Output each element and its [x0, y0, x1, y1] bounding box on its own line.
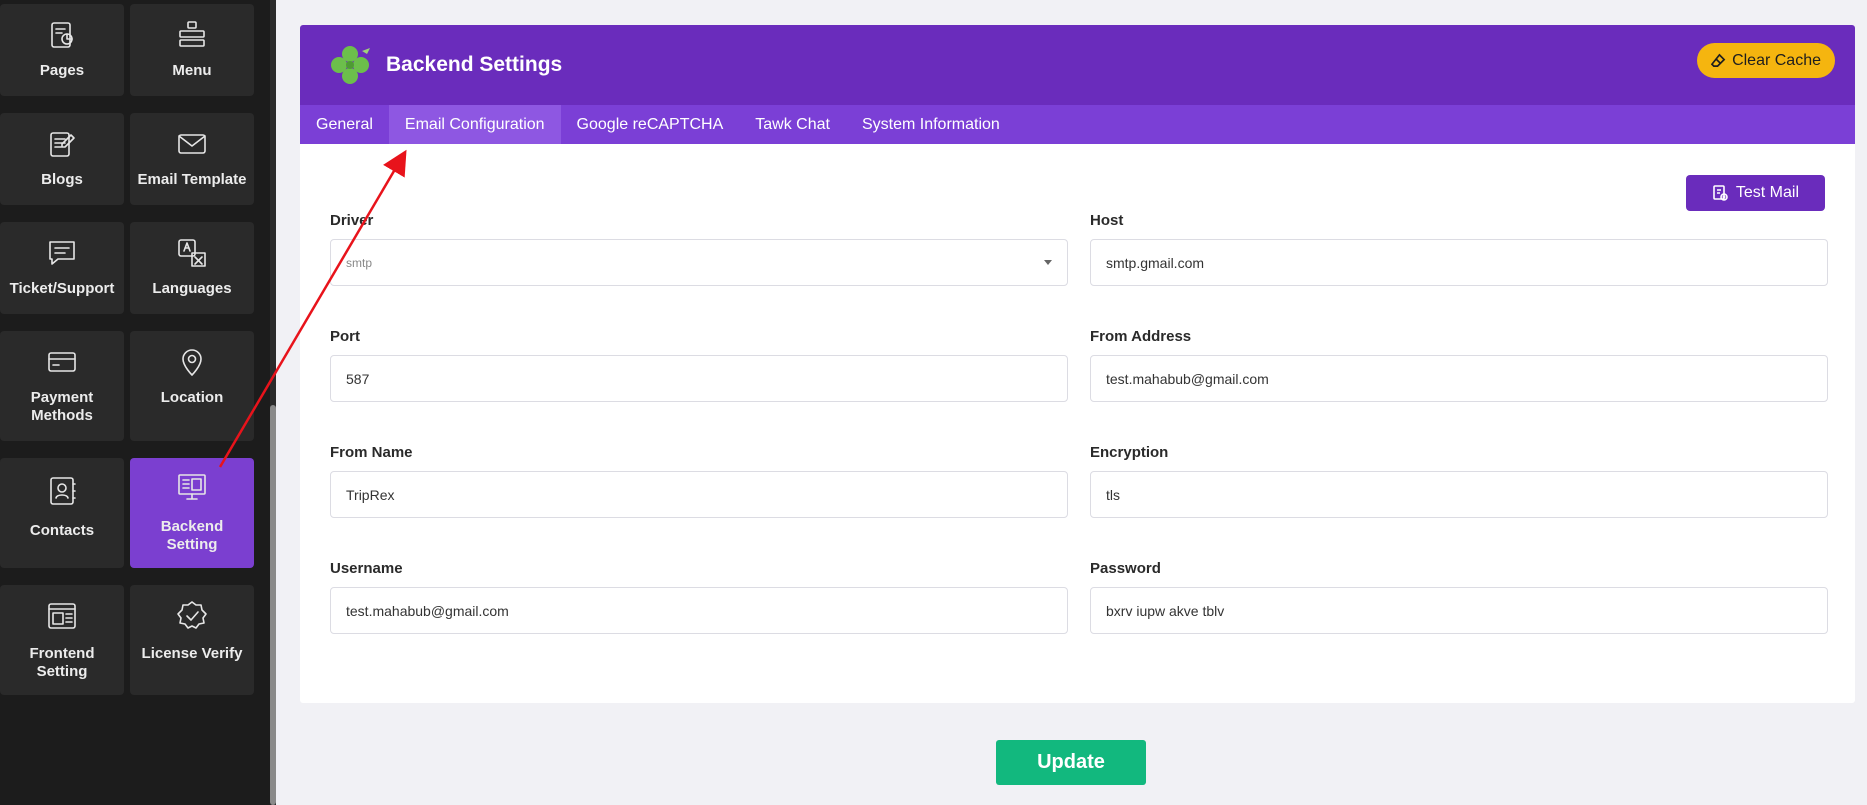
- sidebar-item-label: License Verify: [141, 645, 243, 662]
- from-address-input[interactable]: [1106, 370, 1812, 387]
- update-button[interactable]: Update: [996, 740, 1146, 785]
- pages-chart-icon: [45, 18, 79, 52]
- clover-logo-icon: [331, 46, 370, 84]
- driver-selected-value: smtp: [346, 255, 373, 270]
- contact-book-icon: [45, 474, 79, 508]
- clear-cache-label: Clear Cache: [1732, 51, 1821, 69]
- translate-icon: [175, 236, 209, 270]
- sidebar-item-label: Contacts: [29, 522, 95, 539]
- sidebar-item-contacts[interactable]: Contacts: [0, 458, 124, 568]
- encryption-field: Encryption: [1090, 444, 1828, 518]
- menu-icon: [175, 18, 209, 52]
- sidebar-item-frontend-setting[interactable]: Frontend Setting: [0, 585, 124, 695]
- sidebar-item-label: Ticket/Support: [9, 280, 115, 297]
- mail-test-icon: [1713, 185, 1728, 201]
- sidebar-item-languages[interactable]: Languages: [130, 222, 254, 314]
- eraser-icon: [1711, 53, 1726, 67]
- settings-tabs: General Email Configuration Google reCAP…: [300, 105, 1855, 144]
- map-pin-icon: [175, 345, 209, 379]
- test-mail-label: Test Mail: [1735, 184, 1799, 201]
- tab-general[interactable]: General: [300, 105, 389, 144]
- blog-document-icon: [45, 127, 79, 161]
- tab-google-recaptcha[interactable]: Google reCAPTCHA: [561, 105, 740, 144]
- from-address-label: From Address: [1090, 328, 1192, 345]
- sidebar-item-label: Blogs: [41, 171, 83, 188]
- username-input[interactable]: [346, 602, 1052, 619]
- encryption-input[interactable]: [1106, 486, 1812, 503]
- monitor-settings-icon: [175, 470, 209, 504]
- sidebar-item-label: Payment Methods: [30, 389, 94, 424]
- password-field: Password: [1090, 560, 1828, 634]
- card-header: Backend Settings Clear Cache: [300, 25, 1855, 105]
- encryption-label: Encryption: [1090, 444, 1169, 461]
- from-name-field: From Name: [330, 444, 1068, 518]
- host-input[interactable]: [1106, 254, 1812, 271]
- username-label: Username: [330, 560, 403, 577]
- username-field: Username: [330, 560, 1068, 634]
- test-mail-button[interactable]: Test Mail: [1685, 175, 1825, 211]
- credit-card-icon: [45, 345, 79, 379]
- sidebar-item-label: Menu: [172, 62, 212, 79]
- tab-system-information[interactable]: System Information: [846, 105, 1016, 144]
- sidebar-item-label: Location: [160, 389, 224, 406]
- port-input[interactable]: [346, 370, 1052, 387]
- sidebar-item-location[interactable]: Location: [130, 331, 254, 441]
- host-label: Host: [1090, 212, 1124, 229]
- sidebar-item-blogs[interactable]: Blogs: [0, 113, 124, 205]
- verified-badge-icon: [175, 599, 209, 633]
- from-name-label: From Name: [330, 444, 413, 461]
- page-title: Backend Settings: [386, 53, 563, 76]
- sidebar-item-backend-setting[interactable]: Backend Setting: [130, 458, 254, 568]
- clear-cache-button[interactable]: Clear Cache: [1697, 43, 1835, 78]
- from-name-input[interactable]: [346, 486, 1052, 503]
- sidebar: Pages Menu Blogs Email Template Ticket/S…: [0, 0, 270, 805]
- driver-label: Driver: [330, 212, 374, 229]
- chat-bubble-icon: [45, 236, 79, 270]
- driver-select[interactable]: smtp: [330, 239, 1068, 286]
- port-field: Port: [330, 328, 1068, 402]
- sidebar-item-pages[interactable]: Pages: [0, 4, 124, 96]
- sidebar-item-label: Pages: [39, 62, 85, 79]
- sidebar-item-label: Backend Setting: [160, 518, 224, 553]
- sidebar-item-email-template[interactable]: Email Template: [130, 113, 254, 205]
- password-label: Password: [1090, 560, 1161, 577]
- sidebar-item-license-verify[interactable]: License Verify: [130, 585, 254, 695]
- frontend-layout-icon: [45, 599, 79, 633]
- sidebar-scrollbar-thumb[interactable]: [270, 405, 276, 805]
- port-label: Port: [330, 328, 360, 345]
- sidebar-item-menu[interactable]: Menu: [130, 4, 254, 96]
- driver-field: Driver smtp: [330, 212, 1068, 286]
- sidebar-item-payment-methods[interactable]: Payment Methods: [0, 331, 124, 441]
- envelope-icon: [175, 127, 209, 161]
- sidebar-item-label: Languages: [152, 280, 232, 297]
- tab-tawk-chat[interactable]: Tawk Chat: [739, 105, 846, 144]
- sidebar-item-label: Email Template: [137, 171, 247, 188]
- sidebar-item-ticket-support[interactable]: Ticket/Support: [0, 222, 124, 314]
- password-input[interactable]: [1106, 602, 1812, 619]
- caret-down-icon: [1044, 260, 1052, 265]
- host-field: Host: [1090, 212, 1828, 286]
- tab-email-configuration[interactable]: Email Configuration: [388, 105, 561, 144]
- sidebar-scrollbar[interactable]: [270, 0, 276, 805]
- backend-settings-card: Backend Settings Clear Cache General Ema…: [300, 25, 1855, 703]
- sidebar-item-label: Frontend Setting: [29, 645, 95, 680]
- from-address-field: From Address: [1090, 328, 1828, 402]
